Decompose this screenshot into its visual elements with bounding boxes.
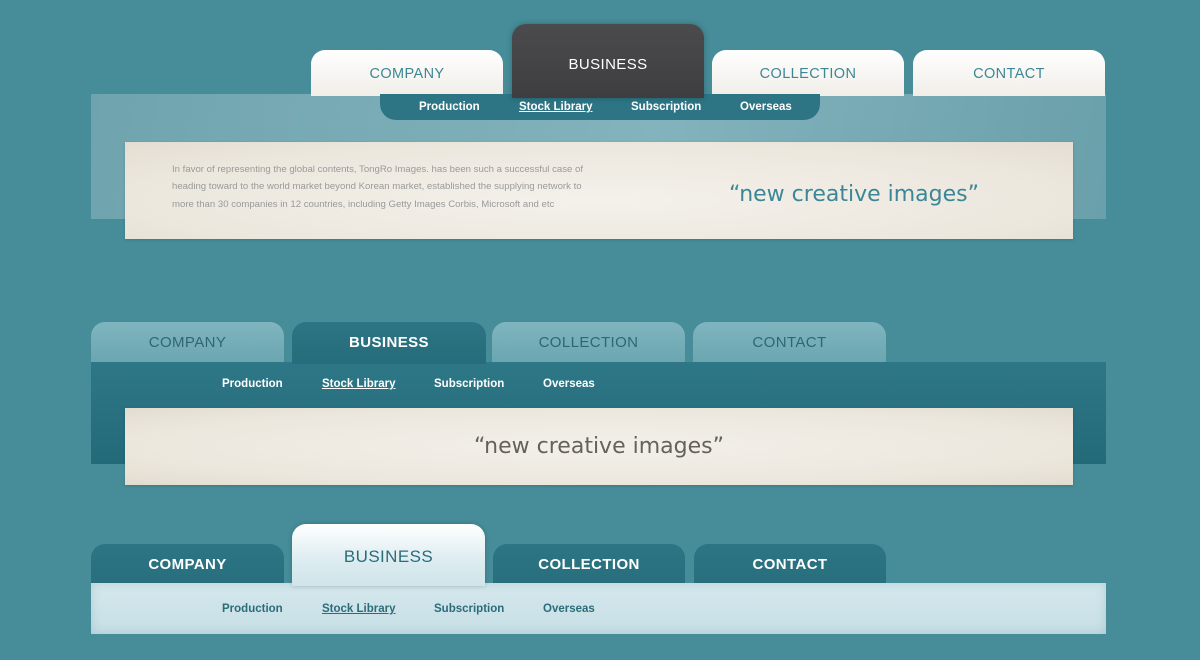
nav1-tab-business[interactable]: BUSINESS bbox=[512, 24, 704, 98]
nav3-subnav-production[interactable]: Production bbox=[222, 603, 283, 615]
nav1-subnav-subscription[interactable]: Subscription bbox=[631, 101, 701, 113]
nav1-tab-company[interactable]: COMPANY bbox=[311, 50, 503, 96]
nav3-tab-collection[interactable]: COLLECTION bbox=[493, 544, 685, 584]
nav3-subnav-stock-library[interactable]: Stock Library bbox=[322, 603, 396, 615]
nav3-subnav-subscription[interactable]: Subscription bbox=[434, 603, 504, 615]
nav1-content-box: In favor of representing the global cont… bbox=[125, 142, 1073, 239]
nav1-subnav-stock-library[interactable]: Stock Library bbox=[519, 101, 593, 113]
nav2-subnav-production[interactable]: Production bbox=[222, 378, 283, 390]
nav3-subnav-bar: Production Stock Library Subscription Ov… bbox=[91, 583, 1106, 634]
nav3-tab-company[interactable]: COMPANY bbox=[91, 544, 284, 584]
nav1-tab-contact[interactable]: CONTACT bbox=[913, 50, 1105, 96]
nav3-subnav-overseas[interactable]: Overseas bbox=[543, 603, 595, 615]
nav3-tab-contact[interactable]: CONTACT bbox=[694, 544, 886, 584]
nav2-tab-company[interactable]: COMPANY bbox=[91, 322, 284, 364]
nav2-content-box: “new creative images” bbox=[125, 408, 1073, 485]
nav2-tab-business[interactable]: BUSINESS bbox=[292, 322, 486, 364]
nav1-description: In favor of representing the global cont… bbox=[172, 164, 584, 210]
nav1-tagline: “new creative images” bbox=[729, 182, 980, 207]
nav2-tab-contact[interactable]: CONTACT bbox=[693, 322, 886, 364]
nav2-subnav-overseas[interactable]: Overseas bbox=[543, 378, 595, 390]
nav2-subnav-stock-library[interactable]: Stock Library bbox=[322, 378, 396, 390]
nav1-tab-collection[interactable]: COLLECTION bbox=[712, 50, 904, 96]
nav2-tagline: “new creative images” bbox=[473, 434, 724, 459]
nav3-tab-business[interactable]: BUSINESS bbox=[292, 524, 485, 586]
nav1-subnav-production[interactable]: Production bbox=[419, 101, 480, 113]
nav2-tab-collection[interactable]: COLLECTION bbox=[492, 322, 685, 364]
nav2-subnav-subscription[interactable]: Subscription bbox=[434, 378, 504, 390]
nav1-subnav-overseas[interactable]: Overseas bbox=[740, 101, 792, 113]
